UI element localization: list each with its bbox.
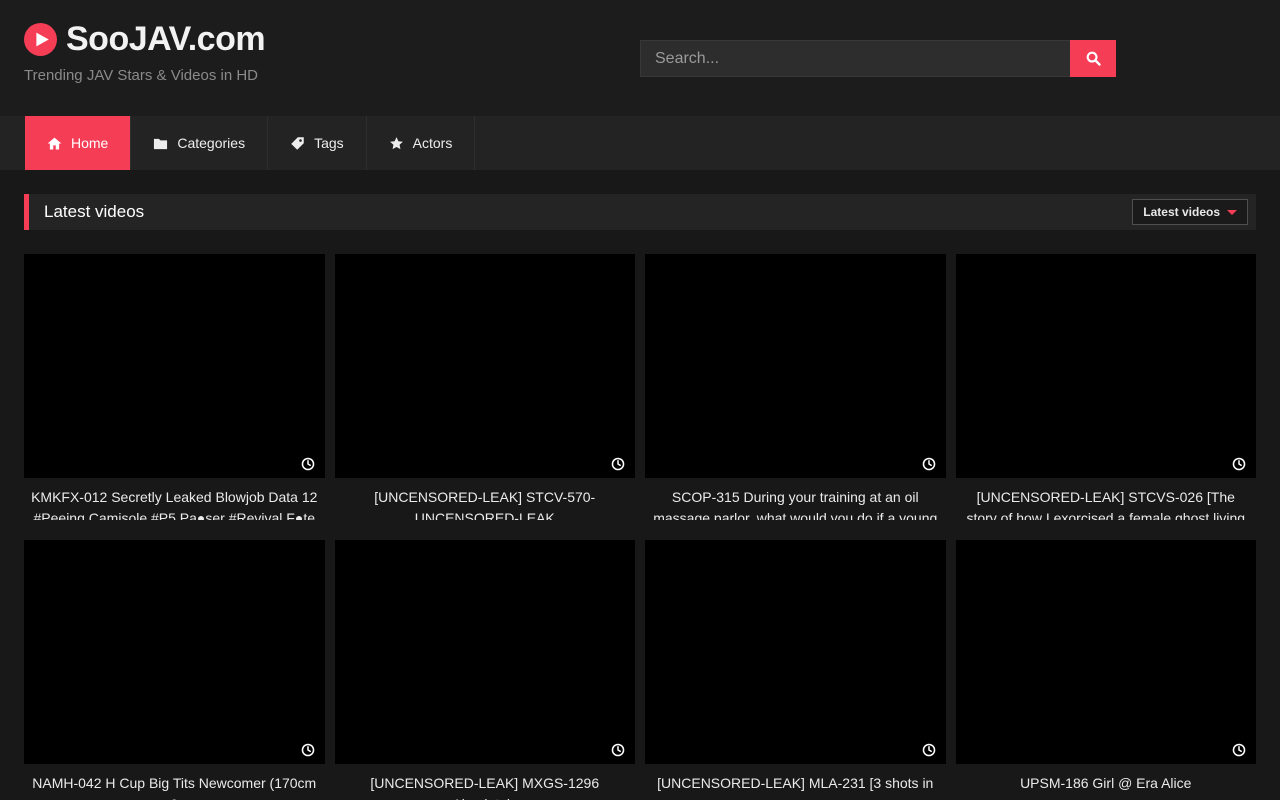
- video-card[interactable]: [UNCENSORED-LEAK] MXGS-1296 Absolutely: [335, 540, 636, 800]
- site-tagline: Trending JAV Stars & Videos in HD: [24, 67, 265, 84]
- video-title[interactable]: [UNCENSORED-LEAK] MLA-231 [3 shots in: [645, 764, 946, 794]
- video-card[interactable]: KMKFX-012 Secretly Leaked Blowjob Data 1…: [24, 254, 325, 520]
- video-card[interactable]: UPSM-186 Girl @ Era Alice: [956, 540, 1257, 800]
- video-thumbnail[interactable]: [24, 540, 325, 764]
- video-title[interactable]: UPSM-186 Girl @ Era Alice: [956, 764, 1257, 794]
- video-title[interactable]: [UNCENSORED-LEAK] STCVS-026 [The story o…: [956, 478, 1257, 520]
- video-title[interactable]: SCOP-315 During your training at an oil …: [645, 478, 946, 520]
- video-thumbnail[interactable]: [335, 540, 636, 764]
- video-thumbnail[interactable]: [956, 540, 1257, 764]
- nav-item-label: Categories: [177, 135, 245, 151]
- search-box: [640, 40, 1116, 77]
- nav-item-categories[interactable]: Categories: [131, 116, 268, 170]
- clock-icon: [301, 457, 315, 471]
- video-card[interactable]: [UNCENSORED-LEAK] MLA-231 [3 shots in: [645, 540, 946, 800]
- nav-item-label: Tags: [314, 135, 344, 151]
- nav-item-label: Home: [71, 135, 108, 151]
- clock-icon: [1232, 743, 1246, 757]
- main-nav: Home Categories Tags Actors: [0, 116, 1280, 170]
- clock-icon: [611, 457, 625, 471]
- sort-dropdown-label: Latest videos: [1143, 205, 1220, 219]
- folder-icon: [153, 136, 168, 151]
- logo-block[interactable]: SooJAV.com Trending JAV Stars & Videos i…: [24, 20, 265, 84]
- chevron-down-icon: [1227, 210, 1237, 215]
- clock-icon: [1232, 457, 1246, 471]
- video-title[interactable]: [UNCENSORED-LEAK] STCV-570-UNCENSORED-LE…: [335, 478, 636, 520]
- video-thumbnail[interactable]: [645, 540, 946, 764]
- video-thumbnail[interactable]: [335, 254, 636, 478]
- tag-icon: [290, 136, 305, 151]
- play-circle-icon: [24, 23, 57, 56]
- video-card[interactable]: SCOP-315 During your training at an oil …: [645, 254, 946, 520]
- site-logo-text[interactable]: SooJAV.com: [66, 20, 265, 59]
- sort-dropdown[interactable]: Latest videos: [1132, 199, 1248, 225]
- clock-icon: [922, 743, 936, 757]
- video-title[interactable]: NAMH-042 H Cup Big Tits Newcomer (170cm …: [24, 764, 325, 800]
- video-grid: KMKFX-012 Secretly Leaked Blowjob Data 1…: [0, 254, 1280, 800]
- nav-item-tags[interactable]: Tags: [268, 116, 367, 170]
- nav-item-label: Actors: [413, 135, 453, 151]
- star-icon: [389, 136, 404, 151]
- section-title: Latest videos: [44, 202, 144, 222]
- video-card[interactable]: NAMH-042 H Cup Big Tits Newcomer (170cm …: [24, 540, 325, 800]
- video-title[interactable]: KMKFX-012 Secretly Leaked Blowjob Data 1…: [24, 478, 325, 520]
- search-icon: [1085, 50, 1102, 67]
- video-thumbnail[interactable]: [24, 254, 325, 478]
- clock-icon: [611, 743, 625, 757]
- clock-icon: [922, 457, 936, 471]
- video-thumbnail[interactable]: [645, 254, 946, 478]
- video-card[interactable]: [UNCENSORED-LEAK] STCV-570-UNCENSORED-LE…: [335, 254, 636, 520]
- video-card[interactable]: [UNCENSORED-LEAK] STCVS-026 [The story o…: [956, 254, 1257, 520]
- nav-item-actors[interactable]: Actors: [367, 116, 476, 170]
- site-header: SooJAV.com Trending JAV Stars & Videos i…: [0, 0, 1280, 116]
- search-button[interactable]: [1070, 40, 1116, 77]
- video-thumbnail[interactable]: [956, 254, 1257, 478]
- video-title[interactable]: [UNCENSORED-LEAK] MXGS-1296 Absolutely: [335, 764, 636, 800]
- home-icon: [47, 136, 62, 151]
- nav-item-home[interactable]: Home: [25, 116, 131, 170]
- search-input[interactable]: [640, 40, 1070, 77]
- section-header: Latest videos Latest videos: [24, 194, 1256, 230]
- clock-icon: [301, 743, 315, 757]
